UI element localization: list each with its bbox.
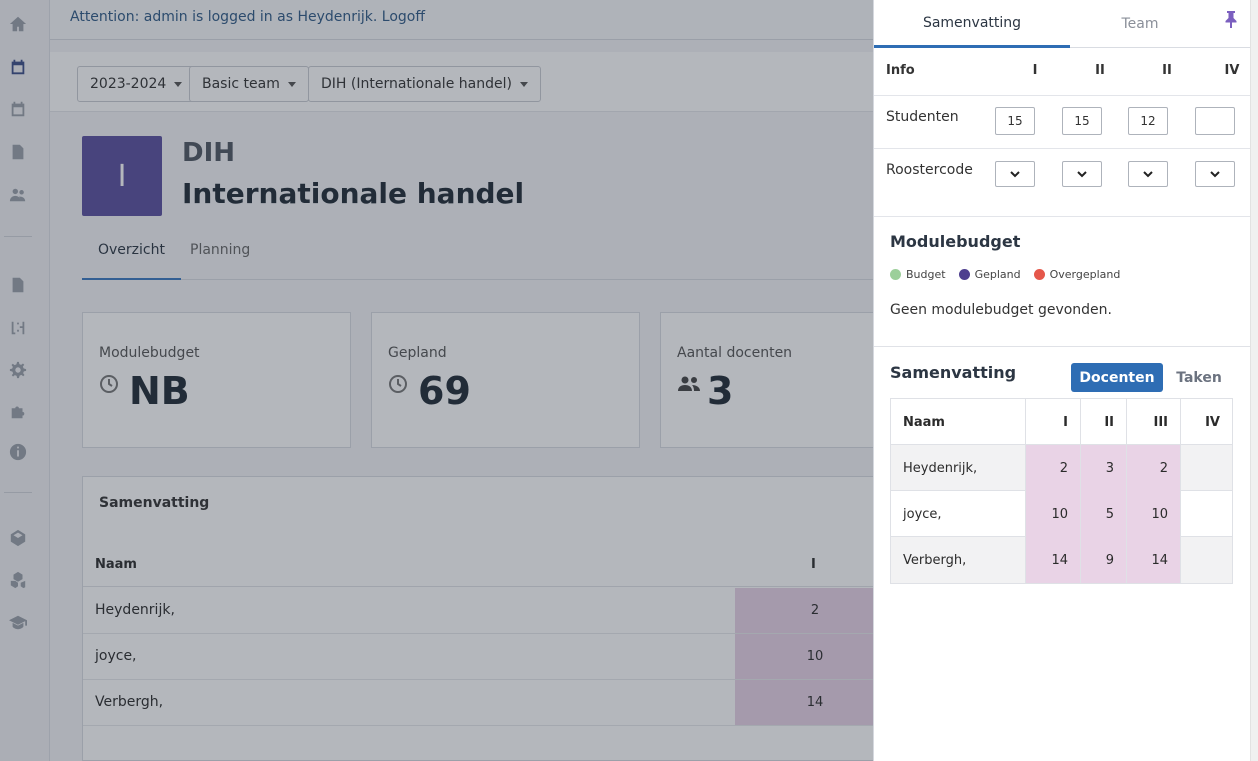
legend-label: Gepland [974,268,1021,281]
row-value [1180,491,1232,537]
modulebudget-title: Modulebudget [890,232,1021,251]
chevron-down-icon [1143,171,1153,178]
studenten-input-2[interactable]: 15 [1062,107,1102,135]
legend-dot [890,269,901,280]
header-naam: Naam [903,414,945,430]
row-value: 10 [1126,491,1180,537]
row-value: 14 [1025,537,1080,583]
roostercode-label: Roostercode [886,162,973,178]
studenten-input-3[interactable]: 12 [1128,107,1168,135]
info-label: Info [886,63,915,78]
roostercode-select-4[interactable] [1195,161,1235,187]
header-iv: IV [1180,399,1232,445]
period-header: II [1162,63,1172,78]
chevron-down-icon [1210,171,1220,178]
period-header: IV [1224,63,1240,78]
row-value: 2 [1126,445,1180,491]
pin-icon[interactable] [1224,10,1238,28]
chevron-down-icon [1077,171,1087,178]
tab-samenvatting[interactable]: Samenvatting [874,0,1070,48]
panel-tabs: Samenvatting Team [874,0,1258,48]
taken-button[interactable]: Taken [1174,363,1224,392]
legend-item-overgepland: Overgepland [1033,268,1121,281]
info-header-row: Info I II II IV [874,48,1250,96]
row-value: 2 [1025,445,1080,491]
table-row: Verbergh, 14 9 14 [891,537,1232,583]
table-header-row: Naam I II III IV [891,399,1232,445]
legend-label: Budget [906,268,946,281]
legend-item-budget: Budget [890,268,946,281]
studenten-input-1[interactable]: 15 [995,107,1035,135]
samenvatting-table: Naam I II III IV Heydenrijk, 2 3 2 joyce… [890,398,1233,584]
samenvatting-title: Samenvatting [890,363,1017,382]
studenten-input-4[interactable] [1195,107,1235,135]
period-header: II [1095,63,1105,78]
legend-dot [1033,269,1045,280]
legend-label: Overgepland [1049,268,1121,281]
row-value [1180,445,1232,491]
header-ii: II [1080,399,1126,445]
row-value: 3 [1080,445,1126,491]
panel-scrollbar[interactable] [1250,0,1258,761]
side-panel: Samenvatting Team Info I II II IV Studen… [873,0,1258,761]
legend-dot [958,269,970,280]
row-name: joyce, [903,506,942,522]
roostercode-select-3[interactable] [1128,161,1168,187]
modulebudget-legend: Budget Gepland Overgepland [890,268,1133,281]
docenten-button[interactable]: Docenten [1071,363,1163,392]
header-i: I [1025,399,1080,445]
modulebudget-empty-message: Geen modulebudget gevonden. [890,302,1112,318]
header-iii: III [1126,399,1180,445]
table-row: Heydenrijk, 2 3 2 [891,445,1232,491]
tab-team[interactable]: Team [1070,0,1210,48]
row-value: 5 [1080,491,1126,537]
row-value [1180,537,1232,583]
roostercode-select-1[interactable] [995,161,1035,187]
row-name: Verbergh, [903,552,967,568]
row-value: 10 [1025,491,1080,537]
row-value: 9 [1080,537,1126,583]
roostercode-row: Roostercode [874,149,1250,217]
legend-item-gepland: Gepland [958,268,1021,281]
panel-separator [874,346,1250,347]
roostercode-select-2[interactable] [1062,161,1102,187]
modal-backdrop[interactable] [0,0,873,761]
studenten-label: Studenten [886,109,959,125]
chevron-down-icon [1010,171,1020,178]
studenten-row: Studenten 15 15 12 [874,96,1250,149]
row-value: 14 [1126,537,1180,583]
table-row: joyce, 10 5 10 [891,491,1232,537]
period-header: I [1032,63,1038,78]
row-name: Heydenrijk, [903,460,978,476]
